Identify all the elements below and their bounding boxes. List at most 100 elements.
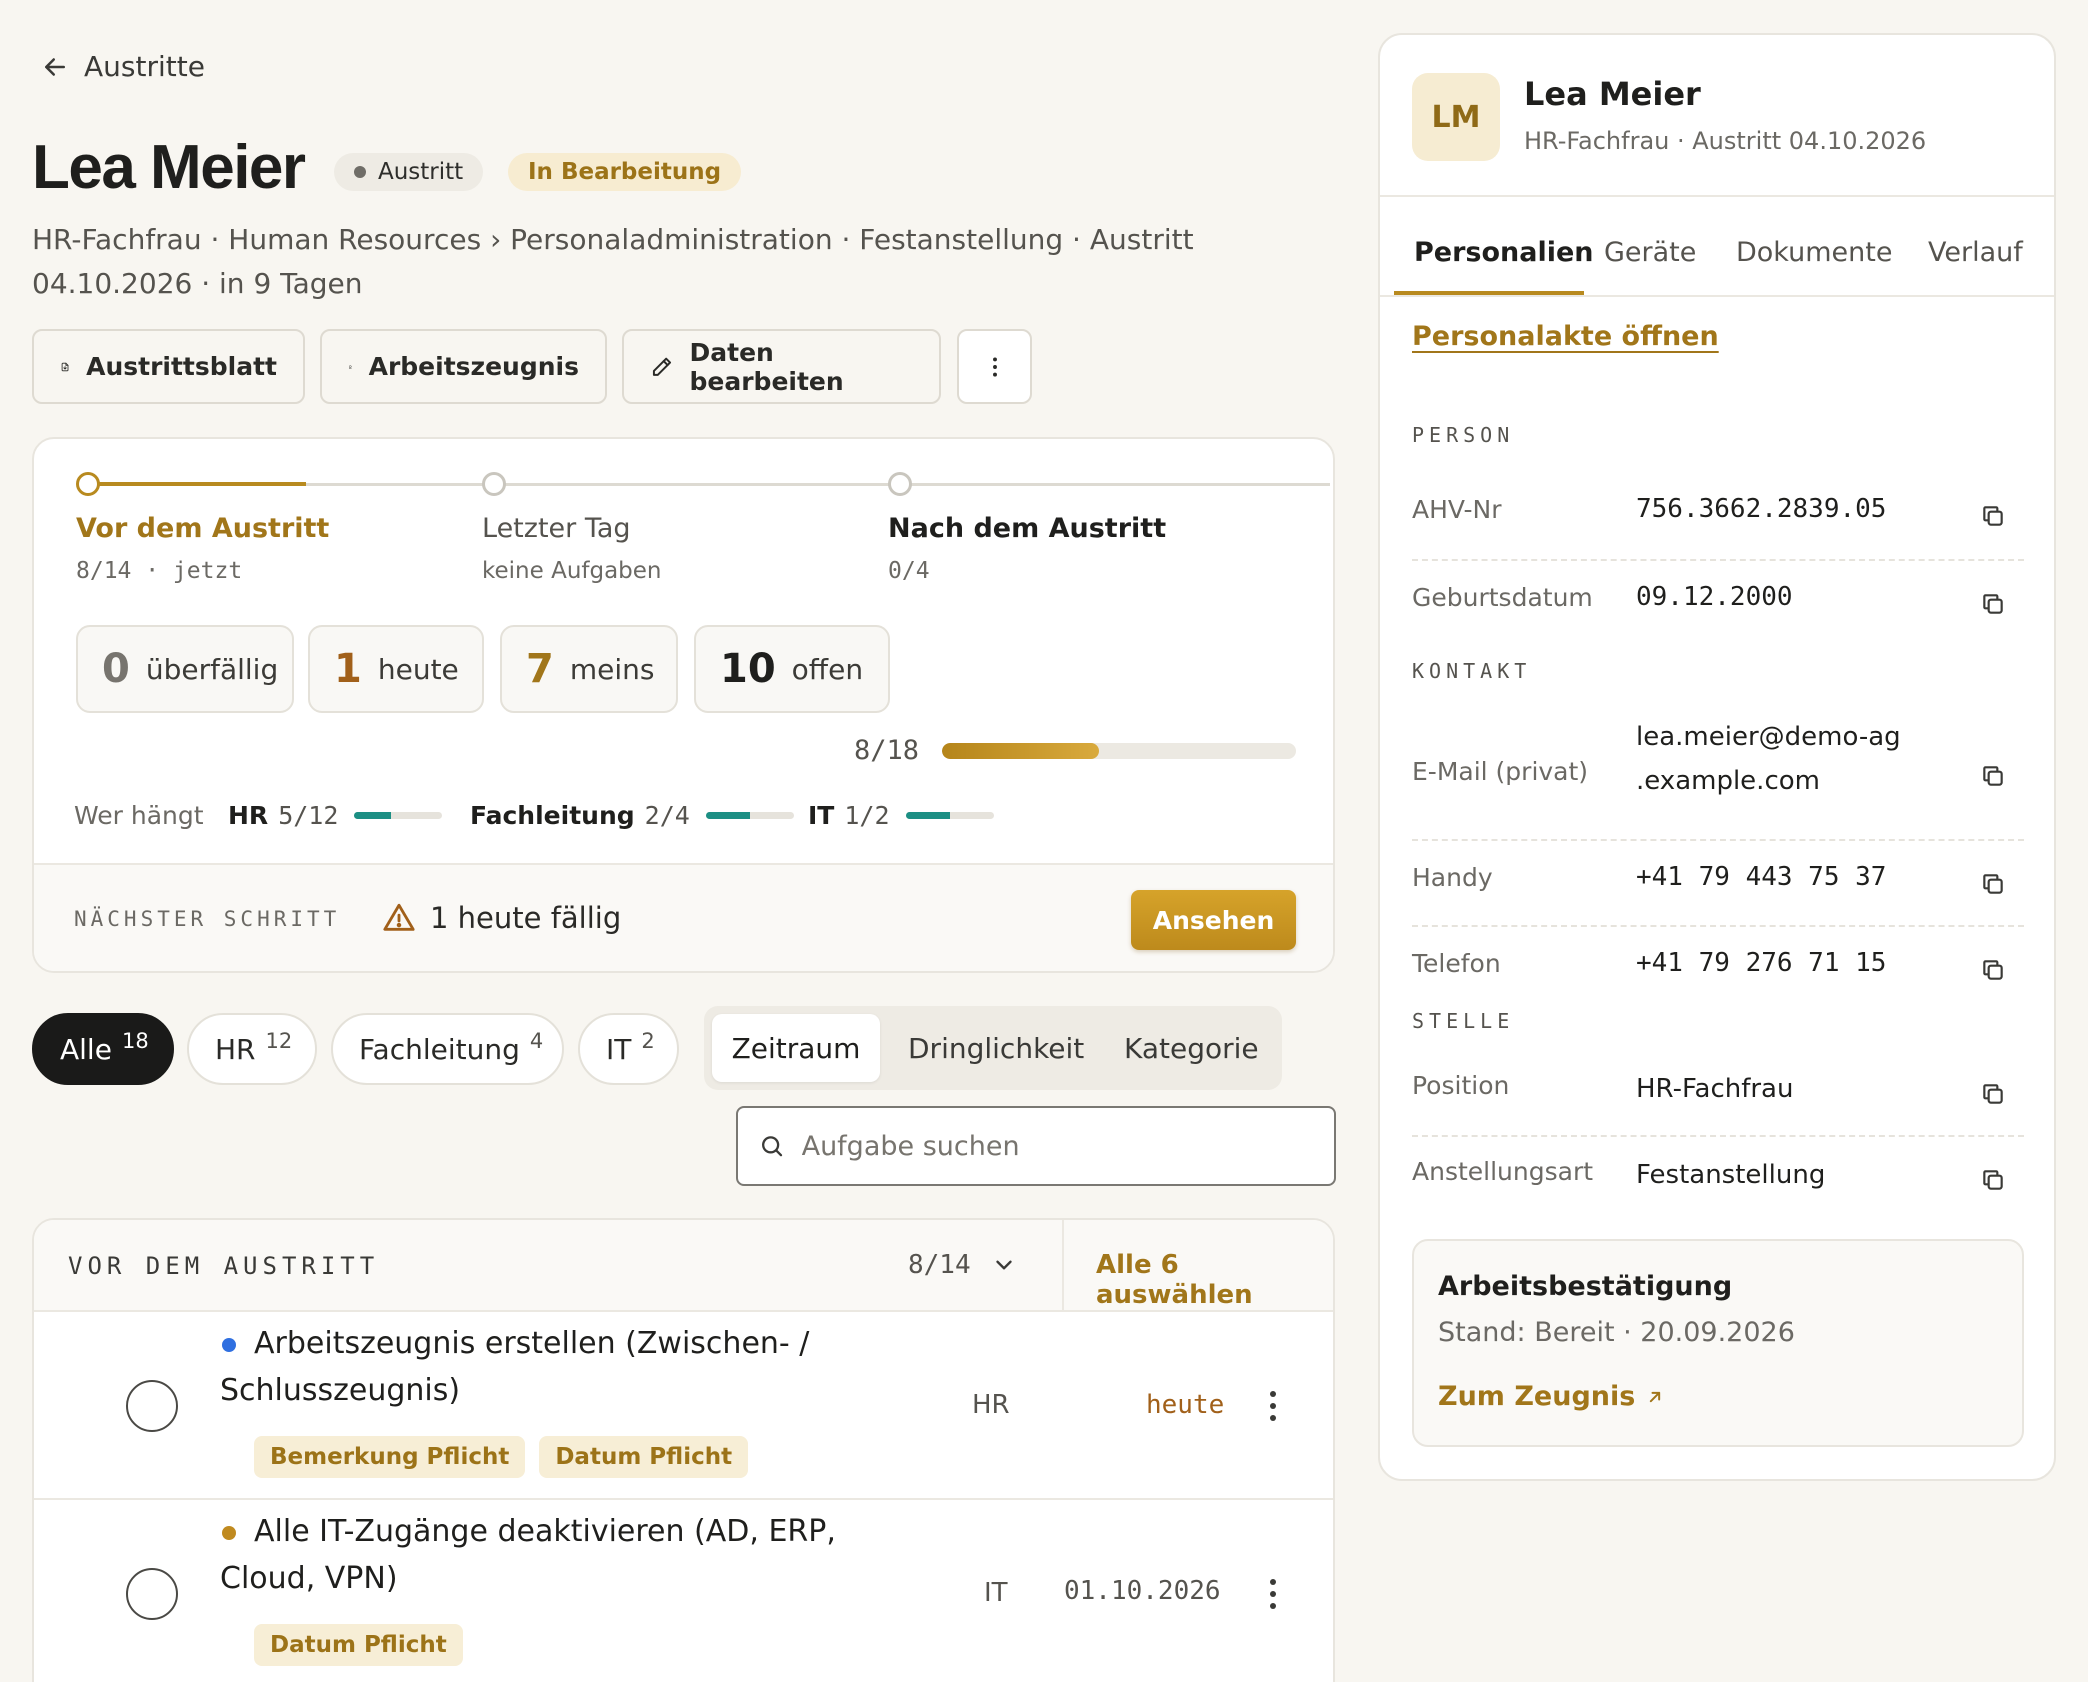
- copy-icon[interactable]: [1980, 503, 2006, 529]
- field-geburtsdatum-label: Geburtsdatum: [1412, 583, 1593, 612]
- owner-fachleitung-count: 2/4: [644, 801, 690, 830]
- filter-pill-hr-label: HR: [215, 1032, 256, 1066]
- phase-nach-sub: 0/4: [888, 558, 930, 584]
- external-arrow-icon: [1650, 1391, 1661, 1402]
- owner-fachleitung[interactable]: Fachleitung 2/4: [470, 801, 794, 830]
- field-telefon-value: +41 79 276 71 15: [1636, 948, 1887, 978]
- copy-icon[interactable]: [1980, 1081, 2006, 1107]
- segment-dringlichkeit[interactable]: Dringlichkeit: [908, 1014, 1084, 1082]
- tab-personalien[interactable]: Personalien: [1414, 237, 1594, 268]
- tab-dokumente[interactable]: Dokumente: [1736, 237, 1892, 268]
- phase-vor[interactable]: Vor dem Austritt 8/14 · jetzt: [76, 513, 329, 584]
- task-menu-button[interactable]: [1268, 1391, 1278, 1427]
- type-badge-label: Austritt: [378, 159, 464, 185]
- task-tag: Datum Pflicht: [539, 1436, 749, 1478]
- owner-it-bar: [905, 812, 994, 819]
- stat-heute[interactable]: 1 heute: [308, 625, 484, 713]
- filter-pill-alle[interactable]: Alle 18: [32, 1013, 174, 1085]
- phase-marker-1: [76, 472, 100, 496]
- tab-verlauf[interactable]: Verlauf: [1928, 237, 2023, 268]
- overall-progress-bar: [942, 743, 1296, 759]
- file-download-icon: [61, 362, 69, 371]
- field-geburtsdatum-value: 09.12.2000: [1636, 582, 1793, 612]
- phase-vor-title: Vor dem Austritt: [76, 513, 330, 544]
- segment-kategorie[interactable]: Kategorie: [1124, 1014, 1259, 1082]
- phase-track-progress: [88, 482, 306, 486]
- phase-letzter-tag-title: Letzter Tag: [482, 513, 631, 544]
- task-complete-checkbox[interactable]: [126, 1380, 178, 1432]
- owner-fachleitung-name: Fachleitung: [470, 801, 635, 830]
- phase-letzter-tag[interactable]: Letzter Tag keine Aufgaben: [482, 513, 662, 584]
- daten-bearbeiten-button[interactable]: Daten bearbeiten: [622, 329, 941, 404]
- phase-marker-3: [888, 472, 912, 496]
- next-step-label: NÄCHSTER SCHRITT: [74, 907, 341, 931]
- task-due: 01.10.2026: [1064, 1576, 1221, 1606]
- phase-nach[interactable]: Nach dem Austritt 0/4: [888, 513, 1166, 584]
- field-position-label: Position: [1412, 1071, 1510, 1100]
- task-menu-button[interactable]: [1268, 1579, 1278, 1615]
- task-list: VOR DEM AUSTRITT 8/14 Alle 6 auswählen A…: [32, 1218, 1335, 1682]
- task-complete-checkbox[interactable]: [126, 1568, 178, 1620]
- owners-label: Wer hängt: [74, 801, 204, 830]
- task-group-divider: [1062, 1220, 1064, 1312]
- task-due: heute: [1146, 1390, 1225, 1420]
- task-tag: Datum Pflicht: [254, 1624, 463, 1666]
- next-step-bar: NÄCHSTER SCHRITT 1 heute fällig Ansehen: [34, 863, 1333, 971]
- page-title: Lea Meier: [32, 133, 306, 202]
- field-ahv-value: 756.3662.2839.05: [1636, 494, 1887, 524]
- back-link[interactable]: Austritte: [40, 50, 205, 83]
- more-actions-button[interactable]: [957, 329, 1032, 404]
- task-search-input[interactable]: [801, 1130, 1314, 1162]
- stat-offen[interactable]: 10 offen: [694, 625, 890, 713]
- owner-hr[interactable]: HR 5/12: [228, 801, 443, 830]
- stat-ueberfaellig[interactable]: 0 überfällig: [76, 625, 294, 713]
- ansehen-button[interactable]: Ansehen: [1131, 890, 1296, 950]
- owner-it[interactable]: IT 1/2: [808, 801, 994, 830]
- copy-icon[interactable]: [1980, 871, 2006, 897]
- field-position: Position HR-Fachfrau: [1412, 1045, 2024, 1137]
- owner-hr-bar-fill: [354, 812, 392, 819]
- copy-icon[interactable]: [1980, 1167, 2006, 1193]
- filter-pill-fachleitung-count: 4: [529, 1029, 544, 1053]
- zum-zeugnis-label: Zum Zeugnis: [1438, 1381, 1636, 1412]
- tab-divider: [1380, 295, 2054, 297]
- filter-pill-hr[interactable]: HR 12: [187, 1013, 317, 1085]
- arbeitszeugnis-button[interactable]: Arbeitszeugnis: [320, 329, 607, 404]
- owner-hr-name: HR: [228, 801, 269, 830]
- section-kontakt: KONTAKT: [1412, 659, 1532, 683]
- field-anstellungsart: Anstellungsart Festanstellung: [1412, 1137, 2024, 1223]
- sort-segmented-control: Zeitraum Dringlichkeit Kategorie: [704, 1006, 1282, 1090]
- arrow-left-icon: [45, 57, 65, 76]
- stat-ueberfaellig-value: 0: [102, 646, 130, 692]
- copy-icon[interactable]: [1980, 591, 2006, 617]
- overall-progress-label: 8/18: [854, 735, 920, 766]
- stat-offen-value: 10: [720, 646, 776, 692]
- arbeitszeugnis-label: Arbeitszeugnis: [368, 352, 579, 381]
- field-ahv-label: AHV-Nr: [1412, 495, 1502, 524]
- panel-divider: [1380, 195, 2054, 197]
- next-step-text: 1 heute fällig: [430, 901, 622, 935]
- zum-zeugnis-link[interactable]: Zum Zeugnis: [1438, 1381, 1665, 1412]
- next-step-info: 1 heute fällig: [382, 901, 621, 935]
- personalakte-link[interactable]: Personalakte öffnen: [1412, 321, 1719, 352]
- task-group-toggle[interactable]: 8/14: [908, 1250, 1017, 1280]
- segment-zeitraum[interactable]: Zeitraum: [712, 1014, 880, 1082]
- type-badge: Austritt: [334, 153, 484, 191]
- austrittsblatt-label: Austrittsblatt: [86, 352, 277, 381]
- filter-pill-it[interactable]: IT 2: [578, 1013, 679, 1085]
- task-row[interactable]: Alle IT-Zugänge deaktivieren (AD, ERP, C…: [34, 1502, 1333, 1682]
- task-owner: IT: [984, 1578, 1008, 1608]
- austrittsblatt-button[interactable]: Austrittsblatt: [32, 329, 305, 404]
- copy-icon[interactable]: [1980, 957, 2006, 983]
- stat-meins[interactable]: 7 meins: [500, 625, 678, 713]
- tab-geraete[interactable]: Geräte: [1604, 237, 1696, 268]
- stat-offen-label: offen: [791, 652, 864, 686]
- field-telefon-label: Telefon: [1412, 949, 1501, 978]
- owner-it-bar-fill: [905, 812, 950, 819]
- panel-employee-name: Lea Meier: [1524, 75, 1701, 113]
- task-row[interactable]: Arbeitszeugnis erstellen (Zwischen- / Sc…: [34, 1312, 1333, 1500]
- filter-pill-fachleitung[interactable]: Fachleitung 4: [331, 1013, 564, 1085]
- owner-hr-count: 5/12: [278, 801, 339, 830]
- select-all-link[interactable]: Alle 6 auswählen: [1096, 1250, 1333, 1310]
- copy-icon[interactable]: [1980, 763, 2006, 789]
